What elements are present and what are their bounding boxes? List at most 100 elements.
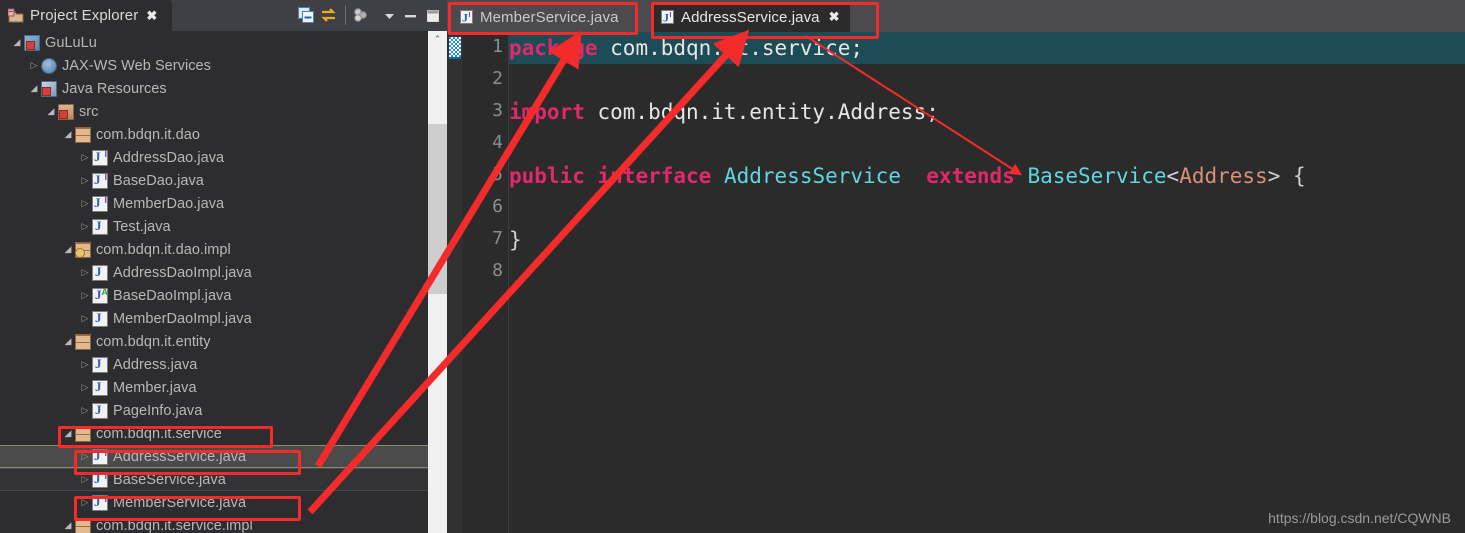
editor-tab-memberservice-java[interactable]: J I MemberService.java: [450, 2, 629, 32]
tree-item-address-java[interactable]: ▷ Address.java: [0, 353, 428, 376]
editor-tab-label: MemberService.java: [480, 8, 619, 26]
tree-item-addressservice-java[interactable]: ▷ AddressService.java: [0, 445, 428, 468]
tree-item-com-bdqn-it-service-impl[interactable]: ◢ com.bdqn.it.service.impl: [0, 514, 428, 533]
view-menu-icon[interactable]: [352, 7, 369, 24]
project-tree[interactable]: ◢ GuLuLu ▷ JAX-WS Web Services ◢ Java Resourc…: [0, 31, 447, 533]
link-with-editor-icon[interactable]: [320, 7, 337, 24]
code-token: com.bdqn.it.service;: [597, 36, 864, 60]
editor-tab-addressservice-java[interactable]: J I AddressService.java ✖: [651, 2, 850, 32]
tree-item-addressdao-java[interactable]: ▷ AddressDao.java: [0, 146, 428, 169]
jif-icon: [92, 448, 108, 465]
proj-icon: [24, 34, 40, 51]
tree-scrollbar[interactable]: ⌃: [428, 31, 447, 533]
chevron-collapsed-icon[interactable]: ▷: [27, 60, 41, 71]
code-line-5[interactable]: public interface AddressService extends …: [509, 160, 1306, 192]
scroll-up-arrow-icon[interactable]: ⌃: [428, 31, 447, 48]
editor-tab-close-icon[interactable]: ✖: [829, 9, 840, 25]
chevron-expanded-icon[interactable]: ◢: [44, 106, 58, 117]
project-tree-rows[interactable]: ◢ GuLuLu ▷ JAX-WS Web Services ◢ Java Resourc…: [0, 31, 428, 533]
code-line-3[interactable]: import com.bdqn.it.entity.Address;: [509, 96, 939, 128]
chevron-collapsed-icon[interactable]: ▷: [78, 175, 92, 186]
line-number: 5: [492, 164, 503, 185]
chevron-down-icon[interactable]: [381, 7, 398, 24]
chevron-expanded-icon[interactable]: ◢: [61, 520, 75, 531]
chevron-collapsed-icon[interactable]: ▷: [78, 405, 92, 416]
pkg-icon: [75, 425, 91, 442]
chevron-expanded-icon[interactable]: ◢: [61, 336, 75, 347]
tree-scrollbar-thumb[interactable]: [428, 124, 447, 294]
chevron-expanded-icon[interactable]: ◢: [10, 37, 24, 48]
tree-item-pageinfo-java[interactable]: ▷ PageInfo.java: [0, 399, 428, 422]
ws-icon: [41, 57, 57, 74]
chevron-collapsed-icon[interactable]: ▷: [78, 451, 92, 462]
chevron-expanded-icon[interactable]: ◢: [61, 129, 75, 140]
pkg-icon: [75, 517, 91, 533]
maximize-icon[interactable]: [424, 7, 441, 24]
code-token: Address: [1179, 164, 1268, 188]
project-explorer-icon: [7, 8, 24, 24]
tree-item-label: Member.java: [113, 379, 197, 396]
editor-body[interactable]: 1 2 3 4 5 6 7 8 package com.bdqn.it.service; imp…: [447, 32, 1465, 533]
minimize-icon[interactable]: [402, 7, 419, 24]
tree-item-com-bdqn-it-entity[interactable]: ◢ com.bdqn.it.entity: [0, 330, 428, 353]
tree-item-addressdaoimpl-java[interactable]: ▷ AddressDaoImpl.java: [0, 261, 428, 284]
tree-item-basedao-java[interactable]: ▷ BaseDao.java: [0, 169, 428, 192]
chevron-collapsed-icon[interactable]: ▷: [78, 474, 92, 485]
chevron-collapsed-icon[interactable]: ▷: [78, 290, 92, 301]
tree-item-label: src: [79, 103, 99, 120]
tree-item-label: MemberDao.java: [113, 195, 225, 212]
tree-item-java-resources[interactable]: ◢ Java Resources: [0, 77, 428, 100]
chevron-collapsed-icon[interactable]: ▷: [78, 152, 92, 163]
editor-annotation-ruler[interactable]: [447, 32, 463, 533]
jcl-icon: [92, 218, 108, 235]
tree-item-memberdaoimpl-java[interactable]: ▷ MemberDaoImpl.java: [0, 307, 428, 330]
chevron-expanded-icon[interactable]: ◢: [61, 428, 75, 439]
chevron-expanded-icon[interactable]: ◢: [27, 83, 41, 94]
tree-item-label: com.bdqn.it.entity: [96, 333, 211, 350]
tree-item-jax-ws-web-services[interactable]: ▷ JAX-WS Web Services: [0, 54, 428, 77]
tree-item-gululu[interactable]: ◢ GuLuLu: [0, 31, 428, 54]
tree-item-src[interactable]: ◢ src: [0, 100, 428, 123]
chevron-expanded-icon[interactable]: ◢: [61, 244, 75, 255]
tree-item-label: GuLuLu: [45, 34, 97, 51]
jcl-icon: [92, 379, 108, 396]
close-icon[interactable]: ✖: [146, 8, 157, 24]
chevron-collapsed-icon[interactable]: ▷: [78, 313, 92, 324]
editor-code-area[interactable]: package com.bdqn.it.service; import com.b…: [509, 32, 1465, 533]
chevron-collapsed-icon[interactable]: ▷: [78, 221, 92, 232]
tree-item-com-bdqn-it-service[interactable]: ◢ com.bdqn.it.service: [0, 422, 428, 445]
collapse-all-icon[interactable]: [298, 7, 315, 24]
chevron-collapsed-icon[interactable]: ▷: [78, 382, 92, 393]
tree-item-label: com.bdqn.it.dao: [96, 126, 200, 143]
jres-icon: [41, 80, 57, 97]
tree-item-com-bdqn-it-dao-impl[interactable]: ◢ com.bdqn.it.dao.impl: [0, 238, 428, 261]
view-tabstrip: Project Explorer ✖: [0, 0, 447, 31]
jcl-icon: [92, 356, 108, 373]
code-token: >: [1267, 164, 1281, 188]
tree-item-basedaoimpl-java[interactable]: ▷ BaseDaoImpl.java: [0, 284, 428, 307]
tree-item-label: MemberService.java: [113, 494, 247, 511]
chevron-collapsed-icon[interactable]: ▷: [78, 267, 92, 278]
tree-item-member-java[interactable]: ▷ Member.java: [0, 376, 428, 399]
line-number: 3: [492, 100, 503, 121]
chevron-collapsed-icon[interactable]: ▷: [78, 359, 92, 370]
tree-item-label: BaseService.java: [113, 471, 226, 488]
chevron-collapsed-icon[interactable]: ▷: [78, 198, 92, 209]
code-line-7[interactable]: }: [509, 224, 522, 256]
tree-item-label: Test.java: [113, 218, 171, 235]
code-editor: J I MemberService.java J I AddressService.jav…: [447, 0, 1465, 533]
chevron-collapsed-icon[interactable]: ▷: [78, 497, 92, 508]
tree-item-baseservice-java[interactable]: ▷ BaseService.java: [0, 468, 428, 491]
view-tab-project-explorer[interactable]: Project Explorer ✖: [0, 0, 172, 31]
folding-marker-icon: [449, 37, 461, 59]
tree-item-memberservice-java[interactable]: ▷ MemberService.java: [0, 491, 428, 514]
tree-item-test-java[interactable]: ▷ Test.java: [0, 215, 428, 238]
jif-icon: [92, 172, 108, 189]
view-tab-label: Project Explorer: [30, 7, 139, 24]
tree-item-memberdao-java[interactable]: ▷ MemberDao.java: [0, 192, 428, 215]
pkg2-icon: [75, 241, 91, 258]
code-line-1[interactable]: package com.bdqn.it.service;: [509, 32, 1465, 64]
tree-item-com-bdqn-it-dao[interactable]: ◢ com.bdqn.it.dao: [0, 123, 428, 146]
